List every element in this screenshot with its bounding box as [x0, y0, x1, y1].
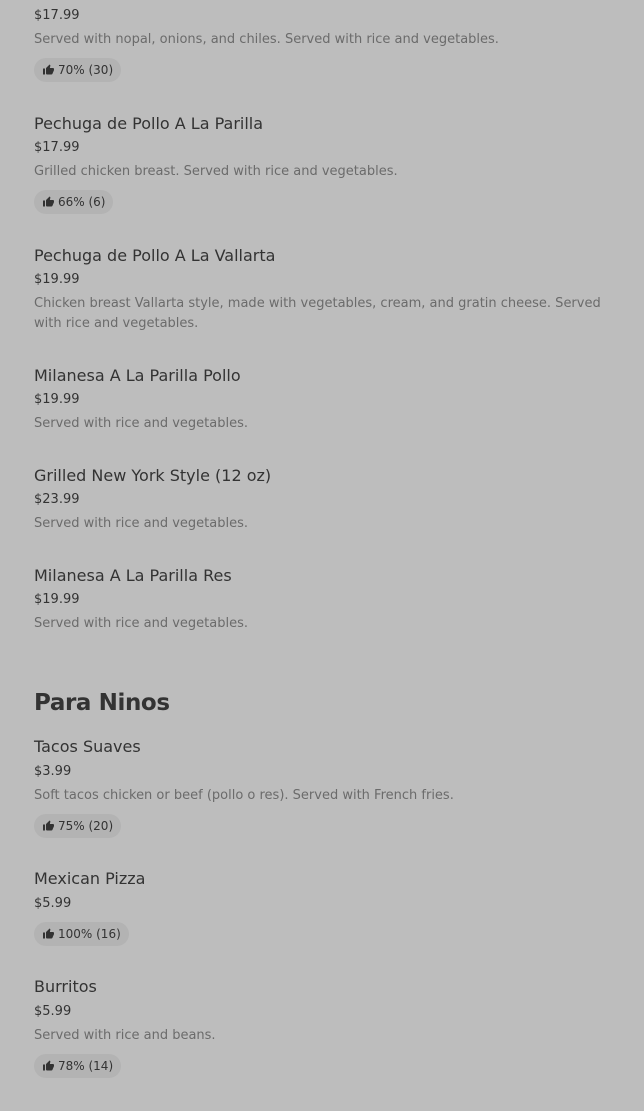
item-price: $5.99 — [34, 1004, 72, 1019]
rating-text: 78% (14) — [58, 1059, 114, 1073]
item-description: Served with rice and vegetables. — [34, 516, 248, 531]
rating-text: 75% (20) — [58, 819, 114, 833]
thumbs-up-icon — [43, 820, 54, 831]
item-name: Grilled New York Style (12 oz) — [34, 466, 272, 485]
item-price: $17.99 — [34, 140, 80, 155]
item-description: Served with rice and vegetables. — [34, 416, 248, 431]
item-name: Mexican Pizza — [34, 869, 146, 888]
thumbs-up-icon — [43, 1060, 54, 1071]
rating-badge: 66% (6) — [34, 190, 114, 214]
item-name: Milanesa A La Parilla Pollo — [34, 366, 241, 385]
item-name: Pechuga de Pollo A La Vallarta — [34, 246, 276, 265]
item-price: $3.99 — [34, 764, 72, 779]
item-price: $17.99 — [34, 8, 80, 23]
rating-text: 70% (30) — [58, 63, 114, 77]
item-description: Served with nopal, onions, and chiles. S… — [34, 32, 499, 47]
thumbs-up-icon — [43, 196, 54, 207]
item-description: Soft tacos chicken or beef (pollo o res)… — [34, 788, 454, 803]
item-price: $23.99 — [34, 492, 80, 507]
item-description: Served with rice and beans. — [34, 1028, 216, 1043]
rating-badge: 100% (16) — [34, 922, 129, 946]
rating-text: 100% (16) — [58, 927, 121, 941]
rating-badge: 78% (14) — [34, 1054, 122, 1078]
thumbs-up-icon — [43, 64, 54, 75]
rating-badge: 70% (30) — [34, 58, 122, 82]
item-price: $19.99 — [34, 272, 80, 287]
thumbs-up-icon — [43, 928, 54, 939]
item-price: $19.99 — [34, 592, 80, 607]
item-description: Grilled chicken breast. Served with rice… — [34, 164, 398, 179]
item-name: Pechuga de Pollo A La Parilla — [34, 114, 264, 133]
item-price: $5.99 — [34, 896, 72, 911]
item-description: Chicken breast Vallarta style, made with… — [34, 296, 601, 331]
menu-page: { "sections": [ { "title": "", "items": … — [0, 0, 644, 1111]
item-description: Served with rice and vegetables. — [34, 616, 248, 631]
section-title: Para Ninos — [34, 690, 170, 716]
rating-badge: 75% (20) — [34, 814, 122, 838]
item-name: Milanesa A La Parilla Res — [34, 566, 232, 585]
rating-text: 66% (6) — [58, 195, 106, 209]
item-name: Burritos — [34, 977, 97, 996]
item-price: $19.99 — [34, 392, 80, 407]
item-name: Tacos Suaves — [34, 737, 141, 756]
